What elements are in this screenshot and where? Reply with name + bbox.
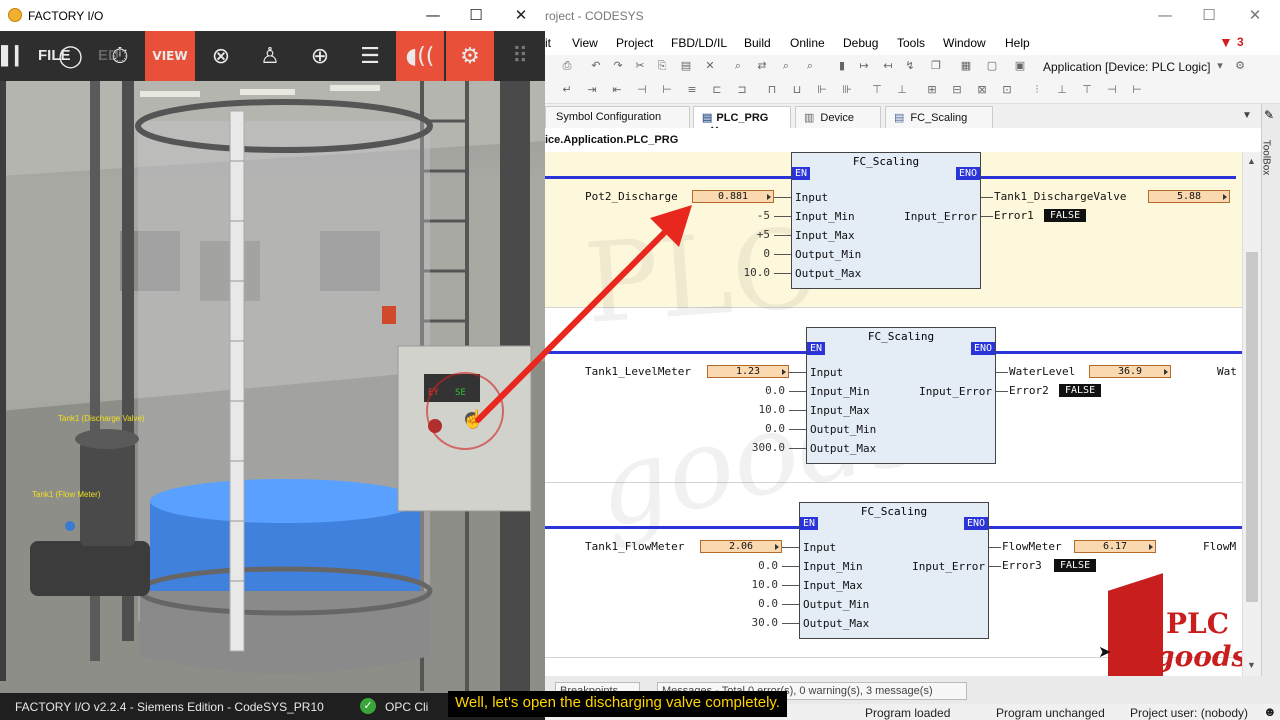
- video-subtitle: Well, let's open the discharging valve c…: [448, 691, 787, 717]
- annotation-arrow: [475, 205, 692, 423]
